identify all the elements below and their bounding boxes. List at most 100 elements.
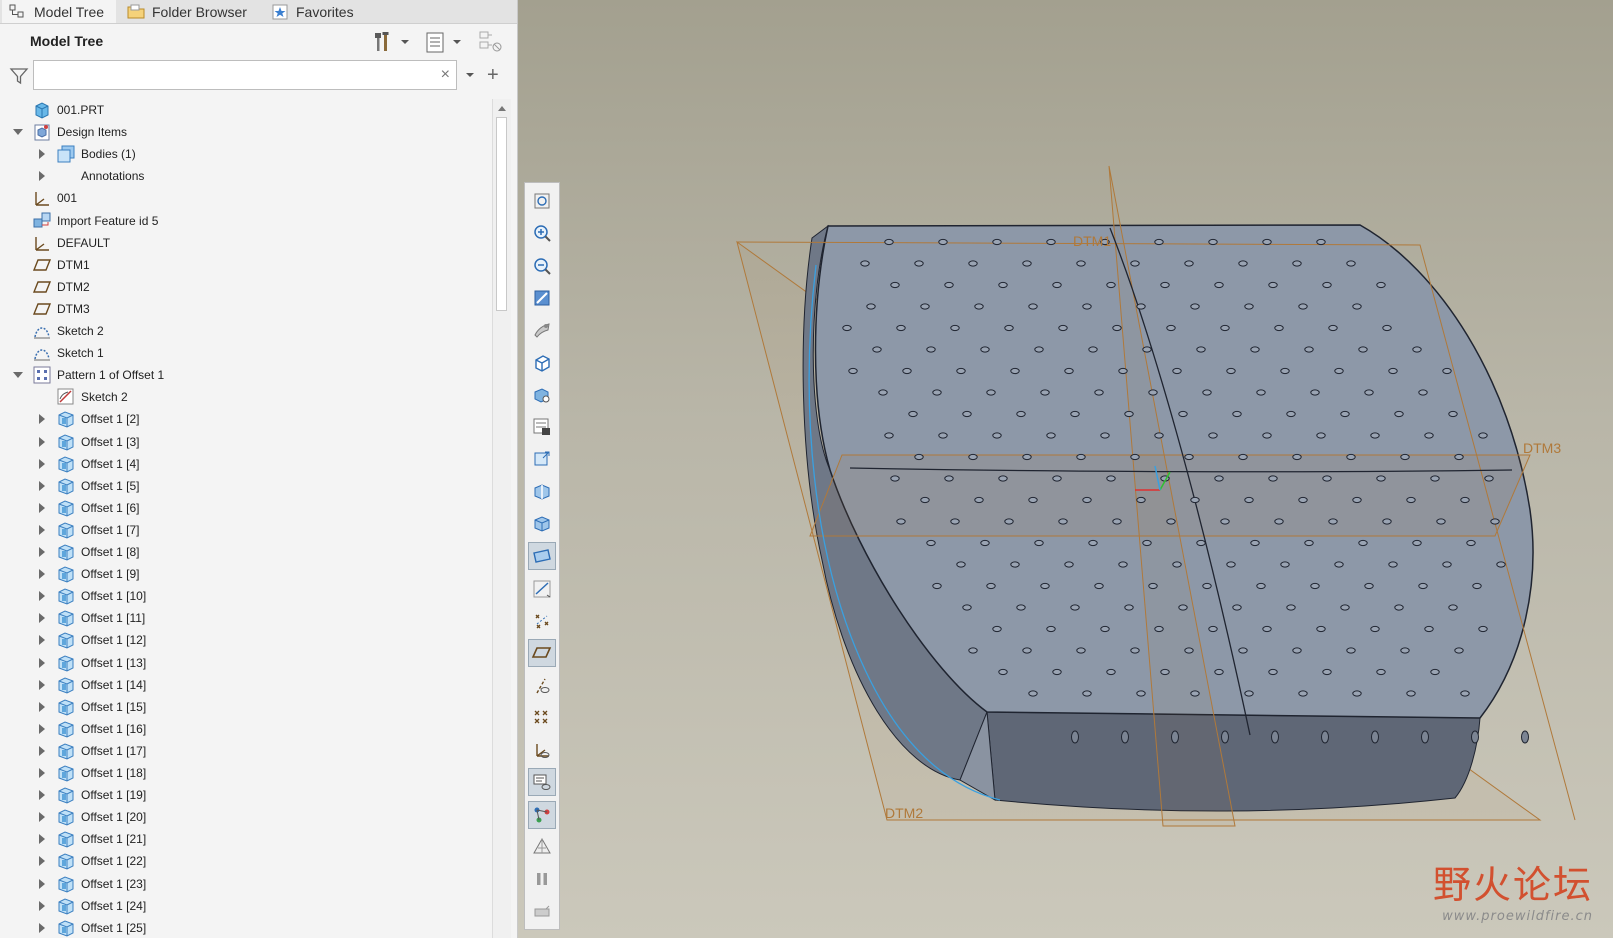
- tree-item-offset-1-13[interactable]: Offset 1 [13]: [0, 652, 492, 674]
- expand-icon[interactable]: [36, 546, 48, 558]
- expand-icon[interactable]: [36, 568, 48, 580]
- tree-item-offset-1-14[interactable]: Offset 1 [14]: [0, 674, 492, 696]
- pause-button[interactable]: [528, 865, 556, 893]
- tab-favorites[interactable]: Favorites: [264, 0, 364, 23]
- tree-item-sketch-1[interactable]: Sketch 1: [0, 342, 492, 364]
- expand-icon[interactable]: [36, 878, 48, 890]
- spin-center-button[interactable]: [528, 800, 556, 829]
- display-style-button[interactable]: [528, 413, 556, 441]
- filter-icon[interactable]: [9, 66, 29, 89]
- expand-icon[interactable]: [36, 767, 48, 779]
- expand-icon[interactable]: [36, 458, 48, 470]
- tree-scrollbar[interactable]: [492, 99, 511, 938]
- expand-icon[interactable]: [36, 634, 48, 646]
- tree-item-offset-1-24[interactable]: Offset 1 [24]: [0, 895, 492, 917]
- expand-icon[interactable]: [36, 612, 48, 624]
- expand-icon[interactable]: [36, 900, 48, 912]
- tree-item-design-items[interactable]: Design Items: [0, 121, 492, 143]
- tree-search-field[interactable]: ×: [33, 60, 457, 90]
- tree-item-default[interactable]: DEFAULT: [0, 232, 492, 254]
- settings-button[interactable]: [372, 30, 410, 54]
- tree-item-offset-1-10[interactable]: Offset 1 [10]: [0, 585, 492, 607]
- datum-display-filters-button[interactable]: [528, 575, 556, 603]
- collapse-icon[interactable]: [12, 126, 24, 138]
- tree-options-button[interactable]: [478, 30, 504, 54]
- expand-icon[interactable]: [36, 679, 48, 691]
- expand-icon[interactable]: [36, 657, 48, 669]
- tree-item-offset-1-12[interactable]: Offset 1 [12]: [0, 629, 492, 651]
- model-viewport[interactable]: DTM1 DTM3 DTM2: [518, 0, 1613, 938]
- clear-search-icon[interactable]: ×: [441, 66, 450, 84]
- expand-icon[interactable]: [36, 524, 48, 536]
- tree-item-offset-1-17[interactable]: Offset 1 [17]: [0, 740, 492, 762]
- expand-icon[interactable]: [36, 590, 48, 602]
- tree-item-offset-1-6[interactable]: Offset 1 [6]: [0, 497, 492, 519]
- expand-icon[interactable]: [36, 170, 48, 182]
- zoom-out-button[interactable]: [528, 252, 556, 280]
- scroll-up-icon[interactable]: [493, 101, 511, 115]
- datum-label-dtm1[interactable]: DTM1: [1073, 233, 1111, 249]
- tree-item-dtm1[interactable]: DTM1: [0, 254, 492, 276]
- expand-icon[interactable]: [36, 701, 48, 713]
- repaint-button[interactable]: [528, 284, 556, 312]
- render-options-button[interactable]: [528, 316, 556, 344]
- search-input[interactable]: [38, 62, 422, 90]
- scrollbar-thumb[interactable]: [496, 117, 507, 311]
- tree-item-offset-1-25[interactable]: Offset 1 [25]: [0, 917, 492, 938]
- tree-item-offset-1-2[interactable]: Offset 1 [2]: [0, 408, 492, 430]
- add-filter-icon[interactable]: +: [487, 65, 499, 85]
- tree-item-001[interactable]: 001: [0, 187, 492, 209]
- section-button[interactable]: [528, 478, 556, 506]
- tree-item-import-feature-id-5[interactable]: Import Feature id 5: [0, 210, 492, 232]
- perspective-button[interactable]: [528, 833, 556, 861]
- expand-icon[interactable]: [36, 922, 48, 934]
- tree-item-offset-1-23[interactable]: Offset 1 [23]: [0, 873, 492, 895]
- datum-label-dtm3[interactable]: DTM3: [1523, 440, 1561, 456]
- tree-item-dtm3[interactable]: DTM3: [0, 298, 492, 320]
- tab-folder-browser[interactable]: Folder Browser: [120, 0, 260, 23]
- tree-item-001-prt[interactable]: 001.PRT: [0, 99, 492, 121]
- annotation-display-button[interactable]: [528, 768, 556, 797]
- expand-icon[interactable]: [36, 833, 48, 845]
- expand-icon[interactable]: [36, 480, 48, 492]
- expand-icon[interactable]: [36, 745, 48, 757]
- more-button[interactable]: [528, 898, 556, 926]
- tree-item-offset-1-4[interactable]: Offset 1 [4]: [0, 453, 492, 475]
- tree-item-sketch-2[interactable]: Sketch 2: [0, 320, 492, 342]
- collapse-icon[interactable]: [12, 369, 24, 381]
- tree-item-offset-1-9[interactable]: Offset 1 [9]: [0, 563, 492, 585]
- tree-item-offset-1-15[interactable]: Offset 1 [15]: [0, 696, 492, 718]
- tree-item-annotations[interactable]: Annotations: [0, 165, 492, 187]
- expand-icon[interactable]: [36, 723, 48, 735]
- tree-item-offset-1-21[interactable]: Offset 1 [21]: [0, 828, 492, 850]
- view-manager-button[interactable]: [528, 381, 556, 409]
- search-options-button[interactable]: [465, 69, 475, 83]
- tree-item-offset-1-16[interactable]: Offset 1 [16]: [0, 718, 492, 740]
- tree-item-bodies-1[interactable]: Bodies (1): [0, 143, 492, 165]
- tree-item-offset-1-20[interactable]: Offset 1 [20]: [0, 806, 492, 828]
- refit-button[interactable]: [528, 187, 556, 215]
- plane-display-button[interactable]: [528, 639, 556, 668]
- tree-item-offset-1-7[interactable]: Offset 1 [7]: [0, 519, 492, 541]
- tree-item-offset-1-18[interactable]: Offset 1 [18]: [0, 762, 492, 784]
- expand-icon[interactable]: [36, 502, 48, 514]
- graphics-window[interactable]: DTM1 DTM3 DTM2 野火论坛 www.proewildfire.cn: [518, 0, 1613, 938]
- appearance-button[interactable]: [528, 445, 556, 473]
- point-tag-display-button[interactable]: [528, 704, 556, 732]
- tree-item-offset-1-8[interactable]: Offset 1 [8]: [0, 541, 492, 563]
- tree-item-offset-1-19[interactable]: Offset 1 [19]: [0, 784, 492, 806]
- tab-model-tree[interactable]: Model Tree: [2, 0, 116, 23]
- tree-item-dtm2[interactable]: DTM2: [0, 276, 492, 298]
- tree-item-pattern-1-of-offset-1[interactable]: Pattern 1 of Offset 1: [0, 364, 492, 386]
- tree-item-offset-1-5[interactable]: Offset 1 [5]: [0, 475, 492, 497]
- tree-item-offset-1-3[interactable]: Offset 1 [3]: [0, 431, 492, 453]
- zoom-in-button[interactable]: [528, 219, 556, 247]
- expand-icon[interactable]: [36, 811, 48, 823]
- expand-icon[interactable]: [36, 436, 48, 448]
- point-display-button[interactable]: [528, 607, 556, 635]
- tree-item-sketch-2[interactable]: Sketch 2: [0, 386, 492, 408]
- shading-edges-button[interactable]: [528, 542, 556, 571]
- csys-display-button[interactable]: [528, 736, 556, 764]
- expand-icon[interactable]: [36, 789, 48, 801]
- shading-button[interactable]: [528, 510, 556, 538]
